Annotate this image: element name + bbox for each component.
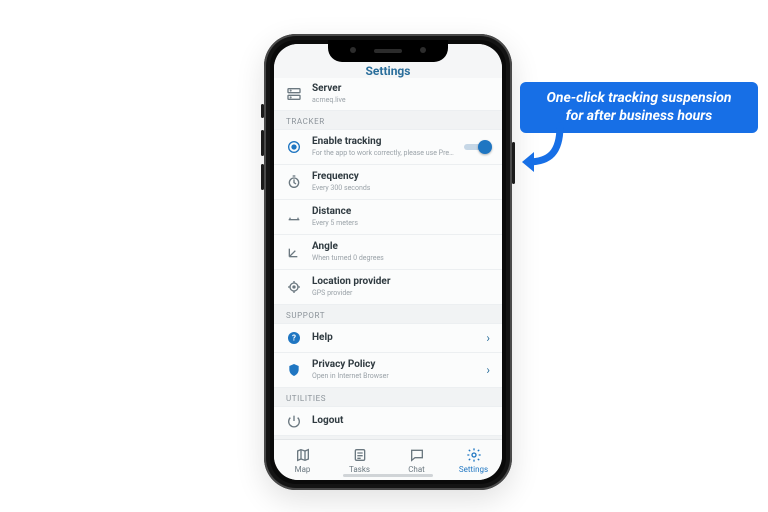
frequency-sub: Every 300 seconds bbox=[312, 184, 490, 193]
angle-label: Angle bbox=[312, 241, 490, 253]
enable-tracking-row[interactable]: Enable tracking For the app to work corr… bbox=[274, 129, 502, 165]
section-tracker: TRACKER bbox=[274, 111, 502, 130]
distance-sub: Every 5 meters bbox=[312, 219, 490, 228]
callout-arrow-icon bbox=[520, 122, 570, 182]
stopwatch-icon bbox=[286, 174, 302, 190]
frequency-label: Frequency bbox=[312, 171, 490, 183]
settings-content: Server acmeq.live TRACKER Enable trackin… bbox=[274, 78, 502, 440]
gear-icon bbox=[466, 447, 482, 463]
server-row[interactable]: Server acmeq.live bbox=[274, 78, 502, 111]
server-icon bbox=[286, 86, 302, 102]
angle-row[interactable]: Angle When turned 0 degrees bbox=[274, 234, 502, 270]
power-button bbox=[512, 142, 515, 184]
svg-text:?: ? bbox=[292, 334, 296, 343]
chevron-right-icon: › bbox=[474, 331, 490, 345]
privacy-row[interactable]: Privacy Policy Open in Internet Browser … bbox=[274, 352, 502, 388]
angle-icon bbox=[286, 244, 302, 260]
tab-tasks-label: Tasks bbox=[349, 465, 370, 474]
gps-icon bbox=[286, 279, 302, 295]
help-icon: ? bbox=[286, 330, 302, 346]
enable-tracking-toggle[interactable] bbox=[464, 144, 490, 150]
logout-label: Logout bbox=[312, 415, 490, 427]
privacy-sub: Open in Internet Browser bbox=[312, 372, 464, 381]
server-label: Server bbox=[312, 83, 490, 95]
tab-chat-label: Chat bbox=[408, 465, 425, 474]
radio-on-icon bbox=[286, 139, 302, 155]
server-sub: acmeq.live bbox=[312, 96, 490, 105]
power-icon bbox=[286, 413, 302, 429]
shield-icon bbox=[286, 362, 302, 378]
angle-sub: When turned 0 degrees bbox=[312, 254, 490, 263]
enable-tracking-label: Enable tracking bbox=[312, 136, 454, 148]
volume-down-button bbox=[261, 164, 264, 190]
distance-row[interactable]: Distance Every 5 meters bbox=[274, 199, 502, 235]
enable-tracking-sub: For the app to work correctly, please us… bbox=[312, 149, 454, 158]
help-row[interactable]: ? Help › bbox=[274, 323, 502, 353]
location-provider-sub: GPS provider bbox=[312, 289, 490, 298]
phone-frame: Settings Server acmeq.live TRACKER bbox=[264, 34, 512, 490]
screen: Settings Server acmeq.live TRACKER bbox=[274, 44, 502, 480]
privacy-label: Privacy Policy bbox=[312, 359, 464, 371]
section-utilities: UTILITIES bbox=[274, 388, 502, 407]
location-provider-label: Location provider bbox=[312, 276, 490, 288]
chevron-right-icon: › bbox=[474, 363, 490, 377]
page-title-text: Settings bbox=[366, 64, 411, 78]
section-support: SUPPORT bbox=[274, 305, 502, 324]
mute-switch bbox=[261, 104, 264, 118]
notch bbox=[328, 40, 448, 62]
map-icon bbox=[295, 447, 311, 463]
distance-icon bbox=[286, 209, 302, 225]
callout-line1: One-click tracking suspension bbox=[534, 90, 744, 108]
chat-icon bbox=[409, 447, 425, 463]
tasks-icon bbox=[352, 447, 368, 463]
volume-up-button bbox=[261, 130, 264, 156]
logout-row[interactable]: Logout bbox=[274, 406, 502, 436]
tab-map[interactable]: Map bbox=[274, 440, 331, 480]
frequency-row[interactable]: Frequency Every 300 seconds bbox=[274, 164, 502, 200]
home-indicator bbox=[343, 474, 433, 477]
help-label: Help bbox=[312, 332, 464, 344]
location-provider-row[interactable]: Location provider GPS provider bbox=[274, 269, 502, 305]
tab-settings[interactable]: Settings bbox=[445, 440, 502, 480]
distance-label: Distance bbox=[312, 206, 490, 218]
tab-map-label: Map bbox=[295, 465, 311, 474]
tab-settings-label: Settings bbox=[459, 465, 488, 474]
